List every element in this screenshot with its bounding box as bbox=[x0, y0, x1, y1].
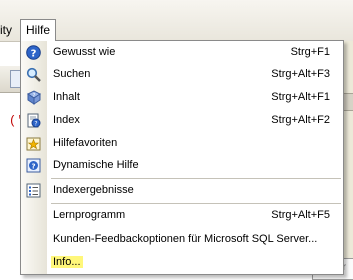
menu-item-shortcut: Strg+F1 bbox=[290, 46, 330, 58]
menu-item-label: Kunden-Feedbackoptionen für Microsoft SQ… bbox=[53, 233, 318, 245]
right-panel-edge bbox=[343, 41, 353, 279]
menu-item-indexergebnisse[interactable]: Indexergebnisse bbox=[21, 179, 343, 202]
book-icon: ? bbox=[26, 90, 41, 105]
list-icon bbox=[26, 183, 41, 198]
menu-item-shortcut: Strg+Alt+F1 bbox=[271, 91, 330, 103]
menu-item-label: Index bbox=[53, 114, 80, 126]
svg-text:?: ? bbox=[33, 93, 36, 99]
panel-tab[interactable] bbox=[344, 93, 353, 111]
dynamic-help-icon: ? bbox=[26, 158, 41, 173]
menu-item-dynamische-hilfe[interactable]: ? Dynamische Hilfe bbox=[21, 154, 343, 177]
index-icon: ? bbox=[26, 113, 41, 128]
menu-item-lernprogramm[interactable]: Lernprogramm Strg+Alt+F5 bbox=[21, 204, 343, 227]
menu-item-label: Info... bbox=[51, 256, 83, 268]
menu-item-kunden-feedbackoptionen[interactable]: Kunden-Feedbackoptionen für Microsoft SQ… bbox=[21, 228, 343, 251]
menu-item-label-wrapper: Info... bbox=[51, 256, 83, 268]
menu-item-shortcut: Strg+Alt+F5 bbox=[271, 209, 330, 221]
menu-item-shortcut: Strg+Alt+F2 bbox=[271, 114, 330, 126]
svg-text:?: ? bbox=[31, 49, 37, 60]
menu-hilfe[interactable]: Hilfe bbox=[20, 19, 56, 41]
menu-item-hilfefavoriten[interactable]: Hilfefavoriten bbox=[21, 132, 343, 155]
menu-item-label: Gewusst wie bbox=[53, 46, 116, 58]
search-icon bbox=[26, 67, 41, 82]
menu-item-inhalt[interactable]: ? Inhalt Strg+Alt+F1 bbox=[21, 86, 343, 109]
menu-item-index[interactable]: ? Index Strg+Alt+F2 bbox=[21, 109, 343, 132]
menu-item-partial[interactable]: ity bbox=[0, 20, 12, 40]
menu-item-info[interactable]: Info... bbox=[21, 251, 343, 274]
menu-item-label: Inhalt bbox=[53, 91, 80, 103]
menu-item-label: Suchen bbox=[53, 68, 91, 80]
menu-item-suchen[interactable]: Suchen Strg+Alt+F3 bbox=[21, 63, 343, 86]
menu-item-label: Lernprogramm bbox=[53, 209, 126, 221]
question-icon: ? bbox=[26, 45, 41, 60]
menu-item-label: Hilfefavoriten bbox=[53, 137, 118, 149]
menu-item-gewusst-wie[interactable]: ? Gewusst wie Strg+F1 bbox=[21, 41, 343, 64]
star-icon bbox=[26, 136, 41, 151]
menu-item-label: Indexergebnisse bbox=[53, 184, 134, 196]
svg-text:?: ? bbox=[34, 121, 37, 128]
menu-item-shortcut: Strg+Alt+F3 bbox=[271, 68, 330, 80]
svg-text:?: ? bbox=[31, 163, 35, 171]
menu-item-label: Dynamische Hilfe bbox=[53, 159, 139, 171]
help-dropdown-menu: ? Gewusst wie Strg+F1 Suchen Strg+Alt+F3… bbox=[20, 40, 344, 275]
